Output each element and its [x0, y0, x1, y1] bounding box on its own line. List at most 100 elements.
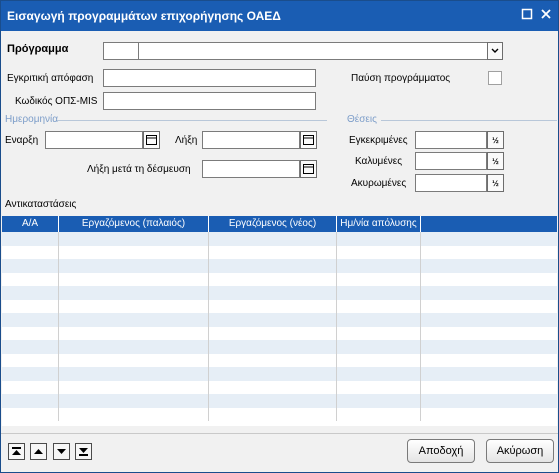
program-dropdown-button[interactable] [487, 42, 503, 60]
table-cell[interactable] [337, 272, 421, 286]
end-after-commit-calendar-button[interactable] [300, 160, 317, 178]
table-row[interactable] [2, 272, 557, 287]
table-cell[interactable] [337, 286, 421, 300]
table-cell[interactable] [2, 407, 59, 421]
table-row[interactable] [2, 380, 557, 395]
column-header-new-employee[interactable]: Εργαζόμενος (νέος) [209, 216, 337, 232]
table-cell[interactable] [421, 381, 557, 395]
cancel-button[interactable]: Ακύρωση [486, 439, 554, 463]
column-header-old-employee[interactable]: Εργαζόμενος (παλαιός) [59, 216, 209, 232]
table-cell[interactable] [59, 232, 209, 246]
table-cell[interactable] [2, 232, 59, 246]
table-row[interactable] [2, 286, 557, 300]
table-row[interactable] [2, 299, 557, 314]
table-cell[interactable] [421, 246, 557, 260]
table-cell[interactable] [421, 340, 557, 354]
table-row[interactable] [2, 245, 557, 260]
table-cell[interactable] [209, 394, 337, 408]
table-cell[interactable] [2, 394, 59, 408]
table-cell[interactable] [421, 313, 557, 327]
table-cell[interactable] [59, 340, 209, 354]
column-header-aa[interactable]: Α/Α [2, 216, 59, 232]
start-date-calendar-button[interactable] [143, 131, 160, 149]
table-cell[interactable] [59, 394, 209, 408]
table-cell[interactable] [421, 408, 557, 422]
table-cell[interactable] [209, 380, 337, 394]
program-code-field[interactable] [103, 42, 139, 60]
table-cell[interactable] [2, 353, 59, 367]
table-cell[interactable] [2, 286, 59, 300]
close-icon[interactable] [539, 8, 553, 22]
table-cell[interactable] [209, 259, 337, 273]
table-cell[interactable] [2, 259, 59, 273]
program-name-field[interactable] [138, 42, 488, 60]
table-cell[interactable] [2, 380, 59, 394]
table-cell[interactable] [209, 245, 337, 259]
table-cell[interactable] [59, 286, 209, 300]
table-row[interactable] [2, 232, 557, 246]
table-cell[interactable] [2, 367, 59, 381]
approval-field[interactable] [103, 69, 316, 87]
table-cell[interactable] [209, 326, 337, 340]
table-cell[interactable] [337, 326, 421, 340]
table-cell[interactable] [209, 232, 337, 246]
cancelled-positions-field[interactable] [415, 174, 487, 192]
table-cell[interactable] [59, 245, 209, 259]
table-cell[interactable] [337, 232, 421, 246]
table-cell[interactable] [59, 259, 209, 273]
table-row[interactable] [2, 353, 557, 368]
cancelled-positions-calc-button[interactable]: ½ [487, 174, 504, 192]
table-cell[interactable] [337, 407, 421, 421]
table-cell[interactable] [421, 367, 557, 381]
replacements-grid[interactable]: Α/Α Εργαζόμενος (παλαιός) Εργαζόμενος (ν… [2, 216, 557, 426]
table-cell[interactable] [421, 327, 557, 341]
column-header-dismissal-date[interactable]: Ημ/νία απόλυσης [337, 216, 421, 232]
previous-record-button[interactable] [30, 443, 47, 460]
table-cell[interactable] [209, 286, 337, 300]
table-cell[interactable] [337, 313, 421, 327]
table-cell[interactable] [337, 259, 421, 273]
table-cell[interactable] [337, 367, 421, 381]
table-cell[interactable] [337, 245, 421, 259]
table-cell[interactable] [421, 354, 557, 368]
table-cell[interactable] [59, 407, 209, 421]
next-record-button[interactable] [53, 443, 70, 460]
table-cell[interactable] [209, 340, 337, 354]
table-row[interactable] [2, 340, 557, 354]
table-cell[interactable] [2, 272, 59, 286]
table-cell[interactable] [337, 340, 421, 354]
table-cell[interactable] [209, 313, 337, 327]
table-cell[interactable] [209, 272, 337, 286]
start-date-field[interactable] [45, 131, 143, 149]
title-bar[interactable]: Εισαγωγή προγραμμάτων επιχορήγησης ΟΑΕΔ [1, 1, 558, 31]
table-cell[interactable] [2, 299, 59, 313]
approved-positions-calc-button[interactable]: ½ [487, 131, 504, 149]
table-cell[interactable] [209, 353, 337, 367]
end-after-commit-field[interactable] [202, 160, 300, 178]
table-row[interactable] [2, 313, 557, 327]
restore-icon[interactable] [520, 8, 534, 22]
table-cell[interactable] [209, 367, 337, 381]
ops-mis-field[interactable] [103, 92, 316, 110]
table-row[interactable] [2, 407, 557, 422]
first-record-button[interactable] [8, 443, 25, 460]
table-cell[interactable] [59, 380, 209, 394]
last-record-button[interactable] [75, 443, 92, 460]
table-cell[interactable] [337, 394, 421, 408]
table-cell[interactable] [59, 272, 209, 286]
table-cell[interactable] [59, 367, 209, 381]
table-cell[interactable] [337, 299, 421, 313]
table-cell[interactable] [2, 340, 59, 354]
table-cell[interactable] [337, 353, 421, 367]
table-cell[interactable] [59, 326, 209, 340]
table-row[interactable] [2, 326, 557, 341]
table-cell[interactable] [421, 273, 557, 287]
table-cell[interactable] [209, 299, 337, 313]
table-cell[interactable] [2, 326, 59, 340]
table-cell[interactable] [59, 353, 209, 367]
pause-checkbox[interactable] [488, 71, 502, 85]
table-cell[interactable] [2, 245, 59, 259]
table-cell[interactable] [421, 259, 557, 273]
table-cell[interactable] [421, 300, 557, 314]
table-row[interactable] [2, 394, 557, 408]
